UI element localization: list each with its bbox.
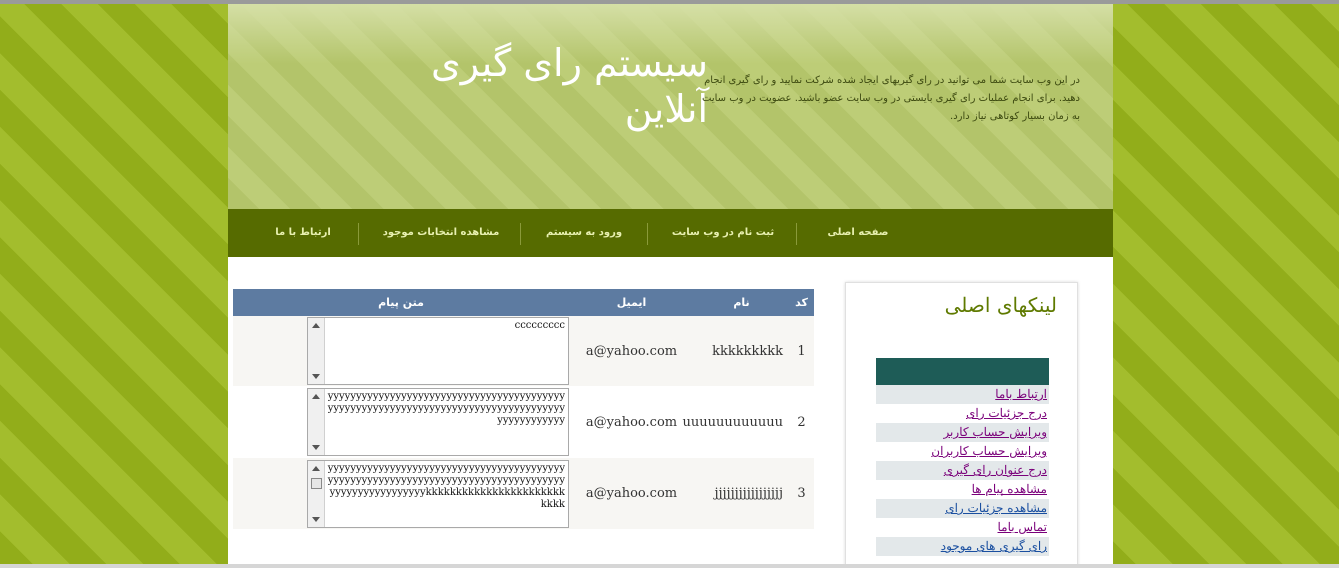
scroll-up-arrow-icon[interactable] xyxy=(312,465,320,471)
nav-separator xyxy=(358,223,359,245)
sidebar-link-label: مشاهده پیام ها xyxy=(971,482,1047,496)
cell-email: a@yahoo.com xyxy=(569,458,694,529)
sidebar-link-view-messages[interactable]: مشاهده پیام ها xyxy=(876,480,1049,499)
sidebar-link-label: ارتباط باما xyxy=(995,387,1047,401)
nav-home[interactable]: صفحه اصلی xyxy=(808,209,908,257)
sidebar-link-insert-vote-title[interactable]: درج عنوان رای گیری xyxy=(876,461,1049,480)
sidebar-link-contact-us[interactable]: ارتباط باما xyxy=(876,385,1049,404)
table-header-row: کد نام ایمیل متن پیام xyxy=(233,289,814,316)
cell-message: ccccccccc xyxy=(233,316,569,386)
sidebar-link-list: ارتباط باما درج جزئیات رای ویرایش حساب ک… xyxy=(876,385,1049,556)
nav-login[interactable]: ورود به سیستم xyxy=(528,209,640,257)
sidebar-link-existing-votes[interactable]: رای گیری های موجود xyxy=(876,537,1049,556)
message-scrollbar[interactable] xyxy=(308,460,325,527)
table-row: 3 jjjjjjjjjjjjjjjjj a@yahoo.com yyyyyyyy… xyxy=(233,458,814,529)
scroll-down-arrow-icon[interactable] xyxy=(312,374,320,379)
sidebar-link-label: ویرایش حساب کاربر xyxy=(943,425,1047,439)
sidebar-main-links: لینکهای اصلی ارتباط باما درج جزئیات رای … xyxy=(845,282,1078,564)
cell-code: 3 xyxy=(789,458,814,529)
column-header-email: ایمیل xyxy=(569,289,694,316)
messages-table: کد نام ایمیل متن پیام 1 kkkkkkkkk a@yaho… xyxy=(233,289,814,529)
message-scrollbar[interactable] xyxy=(308,318,325,384)
scroll-down-arrow-icon[interactable] xyxy=(312,516,320,522)
nav-list: صفحه اصلی ثبت نام در وب سایت ورود به سیس… xyxy=(228,209,1113,257)
site-title: سیستم رای گیری آنلاین xyxy=(430,41,708,131)
sidebar-title: لینکهای اصلی xyxy=(944,293,1057,317)
sidebar-header-bar xyxy=(876,358,1049,385)
sidebar-link-contact[interactable]: تماس باما xyxy=(876,518,1049,537)
scroll-up-arrow-icon[interactable] xyxy=(312,394,320,399)
nav-separator xyxy=(647,223,648,245)
sidebar-link-label: مشاهده جزئیات رای xyxy=(945,501,1047,515)
page-container: سیستم رای گیری آنلاین در این وب سایت شما… xyxy=(228,4,1113,564)
main-navbar: صفحه اصلی ثبت نام در وب سایت ورود به سیس… xyxy=(228,209,1113,257)
sidebar-link-label: درج جزئیات رای xyxy=(966,406,1047,420)
message-textarea[interactable]: yyyyyyyyyyyyyyyyyyyyyyyyyyyyyyyyyyyyyyyy… xyxy=(307,388,569,456)
sidebar-link-label: درج عنوان رای گیری xyxy=(943,463,1047,477)
cell-name: uuuuuuuuuuuu xyxy=(683,386,789,458)
sidebar-link-insert-vote-details[interactable]: درج جزئیات رای xyxy=(876,404,1049,423)
message-textarea[interactable]: yyyyyyyyyyyyyyyyyyyyyyyyyyyyyyyyyyyyyyyy… xyxy=(307,459,569,528)
message-scrollbar[interactable] xyxy=(308,389,325,455)
cell-email: a@yahoo.com xyxy=(569,316,694,386)
site-header: سیستم رای گیری آنلاین در این وب سایت شما… xyxy=(228,4,1113,209)
nav-separator xyxy=(796,223,797,245)
message-text: ccccccccc xyxy=(514,320,565,331)
sidebar-link-edit-users-accounts[interactable]: ویرایش حساب کاربران xyxy=(876,442,1049,461)
scroll-down-arrow-icon[interactable] xyxy=(312,445,320,450)
sidebar-link-label: ویرایش حساب کاربران xyxy=(931,444,1047,458)
message-text: yyyyyyyyyyyyyyyyyyyyyyyyyyyyyyyyyyyyyyyy… xyxy=(327,391,565,426)
sidebar-link-edit-user-account[interactable]: ویرایش حساب کاربر xyxy=(876,423,1049,442)
sidebar-link-view-vote-details[interactable]: مشاهده جزئیات رای xyxy=(876,499,1049,518)
nav-contact[interactable]: ارتباط با ما xyxy=(258,209,348,257)
cell-email: a@yahoo.com xyxy=(569,386,694,458)
cell-message: yyyyyyyyyyyyyyyyyyyyyyyyyyyyyyyyyyyyyyyy… xyxy=(233,458,569,529)
column-header-code: کد xyxy=(789,289,814,316)
message-textarea[interactable]: ccccccccc xyxy=(307,317,569,385)
cell-message: yyyyyyyyyyyyyyyyyyyyyyyyyyyyyyyyyyyyyyyy… xyxy=(233,386,569,458)
window-bottom-border xyxy=(0,564,1339,568)
cell-code: 1 xyxy=(789,316,814,386)
column-header-name: نام xyxy=(694,289,789,316)
cell-code: 2 xyxy=(789,386,814,458)
table-row: 1 kkkkkkkkk a@yahoo.com ccccccccc xyxy=(233,316,814,386)
sidebar-link-label: تماس باما xyxy=(997,520,1047,534)
message-text: yyyyyyyyyyyyyyyyyyyyyyyyyyyyyyyyyyyyyyyy… xyxy=(327,462,565,510)
table-row: 2 uuuuuuuuuuuu a@yahoo.com yyyyyyyyyyyyy… xyxy=(233,386,814,458)
nav-separator xyxy=(520,223,521,245)
sidebar-link-label: رای گیری های موجود xyxy=(940,539,1047,553)
nav-register[interactable]: ثبت نام در وب سایت xyxy=(658,209,788,257)
nav-elections[interactable]: مشاهده انتخابات موجود xyxy=(366,209,516,257)
cell-name: jjjjjjjjjjjjjjjjj xyxy=(694,458,789,529)
site-description: در این وب سایت شما می توانید در رای گیری… xyxy=(702,75,1080,122)
content-area: کد نام ایمیل متن پیام 1 kkkkkkkkk a@yaho… xyxy=(228,257,1113,564)
cell-name: kkkkkkkkk xyxy=(694,316,789,386)
scroll-up-arrow-icon[interactable] xyxy=(312,323,320,328)
scroll-thumb[interactable] xyxy=(311,477,322,489)
column-header-message: متن پیام xyxy=(233,289,569,316)
